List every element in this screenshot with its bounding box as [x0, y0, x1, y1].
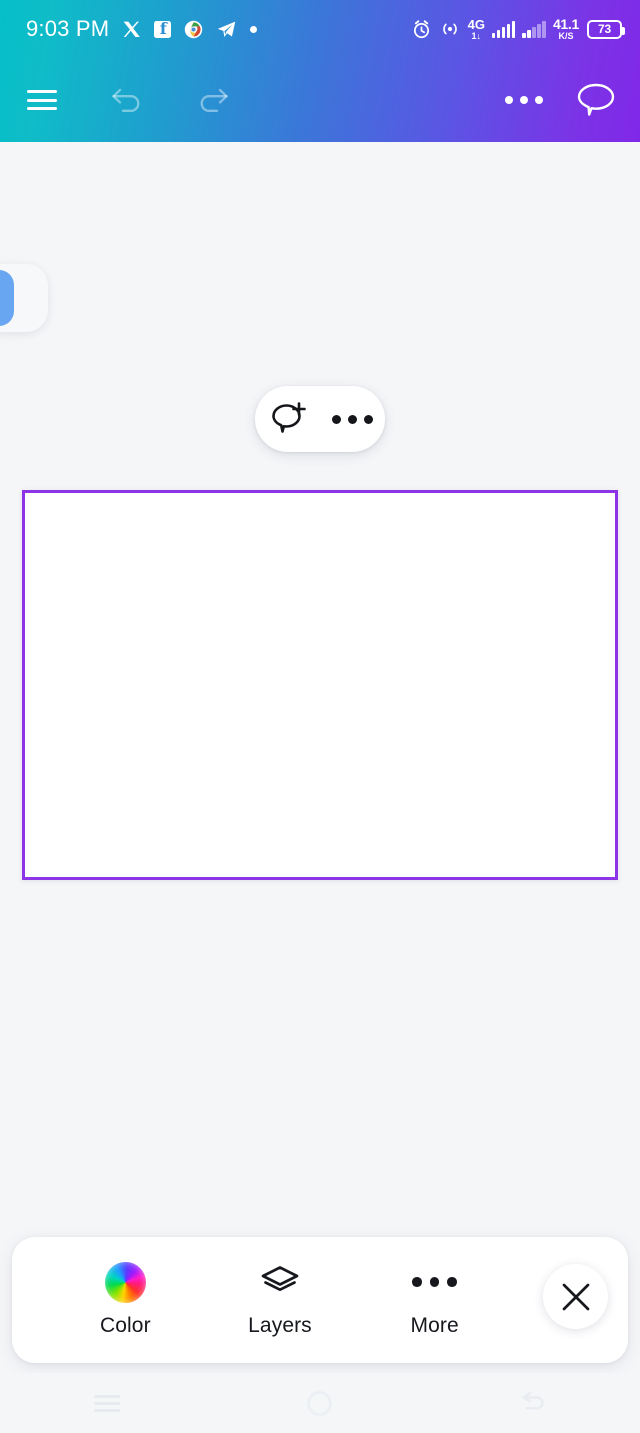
signal-bars-sim2-icon [522, 20, 546, 38]
recents-icon [93, 1394, 120, 1412]
color-tool-button[interactable]: Color [79, 1261, 171, 1338]
canvas-container [22, 490, 618, 880]
redo-icon [200, 88, 228, 112]
x-twitter-icon [123, 21, 141, 37]
more-tool-button[interactable]: More [389, 1262, 481, 1338]
menu-button[interactable] [14, 72, 70, 128]
minimized-app-icon: T [0, 270, 14, 326]
comments-button[interactable] [568, 72, 624, 128]
undo-button[interactable] [100, 72, 156, 128]
toolbar-more-button[interactable] [496, 72, 552, 128]
layers-tool-button[interactable]: Layers [234, 1262, 326, 1338]
add-comment-button[interactable] [262, 393, 314, 445]
more-dots-icon [412, 1277, 457, 1287]
add-comment-icon [271, 402, 306, 433]
back-arrow-icon [523, 1391, 544, 1410]
hamburger-icon [27, 90, 57, 110]
more-tool-label: More [410, 1314, 459, 1337]
alarm-clock-icon [413, 19, 429, 38]
status-bar-clock: 9:03 PM [26, 16, 110, 41]
battery-icon: 73 [587, 19, 625, 39]
close-button[interactable] [543, 1264, 608, 1329]
editor-toolbar [0, 58, 640, 142]
more-dots-icon [505, 96, 543, 104]
android-navigation-bar [0, 1373, 640, 1433]
app-header: 9:03 PM f 4G 1↓ 41.1 K/S 73 [0, 0, 640, 142]
more-dots-icon [332, 414, 373, 424]
more-dots-icon-wrap [412, 1262, 457, 1302]
redo-button[interactable] [184, 72, 240, 128]
notification-dot-icon [250, 25, 258, 33]
nav-back-button[interactable] [493, 1378, 573, 1428]
signal-bars-sim1-icon [491, 20, 516, 38]
battery-percent-label: 73 [598, 22, 611, 36]
floating-comment-toolbar [255, 386, 385, 452]
layers-icon-wrap [259, 1262, 301, 1302]
color-wheel-icon-wrap [104, 1261, 146, 1303]
undo-icon [112, 88, 140, 112]
status-bar-right: 4G 1↓ 41.1 K/S 73 [411, 16, 625, 41]
bottom-toolbar: Color Layers More [12, 1237, 628, 1363]
color-tool-label: Color [99, 1314, 151, 1337]
bottom-toolbar-items: Color Layers More [12, 1237, 512, 1363]
comment-more-button[interactable] [327, 393, 379, 445]
chrome-icon [185, 20, 203, 38]
network-speed-indicator: 41.1 K/S [552, 16, 579, 41]
app-root: 9:03 PM f 4G 1↓ 41.1 K/S 73 Color Layers… [0, 0, 640, 1433]
hotspot-icon [442, 23, 457, 35]
speech-bubble-icon [577, 83, 615, 116]
home-circle-icon [307, 1390, 333, 1416]
telegram-icon [218, 21, 236, 37]
status-bar: 9:03 PM f 4G 1↓ 41.1 K/S 73 [0, 0, 640, 58]
nav-recents-button[interactable] [67, 1378, 147, 1428]
mobile-network-icon: 4G 1↓ [467, 16, 485, 41]
facebook-icon [154, 20, 172, 38]
drawing-canvas[interactable] [22, 490, 618, 880]
layers-icon [261, 1266, 299, 1292]
color-wheel-icon [104, 1261, 146, 1303]
minimized-app-chip[interactable]: T [0, 264, 48, 332]
nav-home-button[interactable] [280, 1378, 360, 1428]
close-icon [562, 1283, 589, 1310]
layers-tool-label: Layers [248, 1314, 312, 1337]
status-bar-left: 9:03 PM [26, 16, 258, 42]
